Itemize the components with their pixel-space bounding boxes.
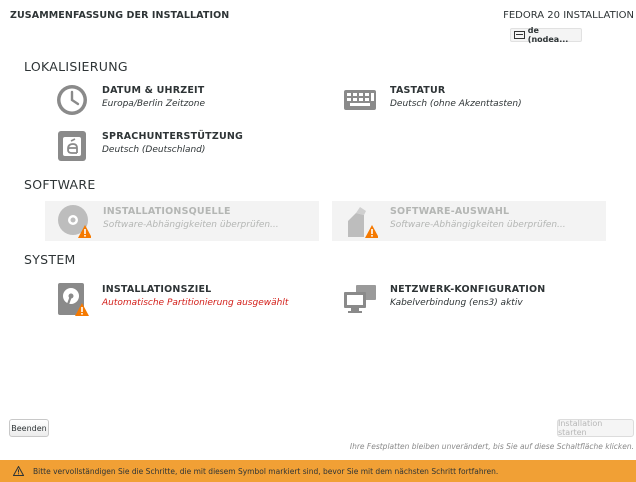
quit-button[interactable]: Beenden: [9, 419, 49, 437]
spoke-keyboard[interactable]: TASTATUR Deutsch (ohne Akzenttasten): [332, 80, 606, 120]
section-title-software: SOFTWARE: [24, 177, 96, 192]
spoke-title: TASTATUR: [390, 85, 446, 96]
package-icon: [348, 207, 378, 238]
spoke-datetime[interactable]: DATUM & UHRZEIT Europa/Berlin Zeitzone: [44, 80, 318, 120]
spoke-title: INSTALLATIONSQUELLE: [103, 206, 231, 217]
keyboard-icon: [344, 90, 376, 110]
spoke-language[interactable]: SPRACHUNTERSTÜTZUNG Deutsch (Deutschland…: [44, 126, 318, 166]
spoke-title: NETZWERK-KONFIGURATION: [390, 284, 546, 295]
spoke-title: INSTALLATIONSZIEL: [102, 284, 212, 295]
spoke-software-selection[interactable]: SOFTWARE-AUSWAHL Software-Abhängigkeiten…: [332, 201, 606, 241]
section-title-system: SYSTEM: [24, 252, 76, 267]
spoke-status: Europa/Berlin Zeitzone: [102, 99, 206, 109]
spoke-status: Software-Abhängigkeiten überprüfen...: [103, 220, 279, 230]
spoke-installation-source[interactable]: INSTALLATIONSQUELLE Software-Abhängigkei…: [45, 201, 319, 241]
spoke-title: SOFTWARE-AUSWAHL: [390, 206, 510, 217]
spoke-installation-destination[interactable]: INSTALLATIONSZIEL Automatische Partition…: [44, 279, 318, 319]
harddisk-icon: [58, 283, 89, 316]
spoke-status: Automatische Partitionierung ausgewählt: [102, 298, 289, 308]
spoke-title: DATUM & UHRZEIT: [102, 85, 205, 96]
section-title-localization: LOKALISIERUNG: [24, 59, 128, 74]
spoke-status: Deutsch (Deutschland): [102, 145, 206, 155]
warning-text: Bitte vervollständigen Sie die Schritte,…: [33, 466, 499, 476]
header-title: ZUSAMMENFASSUNG DER INSTALLATION: [10, 10, 230, 21]
warning-icon: [13, 466, 24, 476]
warning-bar: Bitte vervollständigen Sie die Schritte,…: [0, 460, 636, 482]
spoke-status: Software-Abhängigkeiten überprüfen...: [390, 220, 566, 230]
clock-icon: [57, 85, 87, 115]
network-icon: [344, 285, 376, 313]
spoke-title: SPRACHUNTERSTÜTZUNG: [102, 131, 244, 142]
product-title: FEDORA 20 INSTALLATION: [503, 10, 634, 21]
keyboard-icon: [514, 31, 525, 39]
spoke-status: Kabelverbindung (ens3) aktiv: [390, 298, 523, 308]
language-icon: [58, 131, 86, 161]
spoke-status: Deutsch (ohne Akzenttasten): [390, 99, 522, 109]
disc-icon: [58, 205, 91, 238]
spoke-network[interactable]: NETZWERK-KONFIGURATION Kabelverbindung (…: [332, 279, 606, 319]
keyboard-layout-indicator[interactable]: de (nodea...: [510, 26, 582, 44]
disk-unchanged-hint: Ihre Festplatten bleiben unverändert, bi…: [349, 442, 634, 451]
begin-installation-button[interactable]: Installation starten: [557, 419, 634, 437]
keyboard-layout-label: de (nodea...: [527, 26, 569, 44]
